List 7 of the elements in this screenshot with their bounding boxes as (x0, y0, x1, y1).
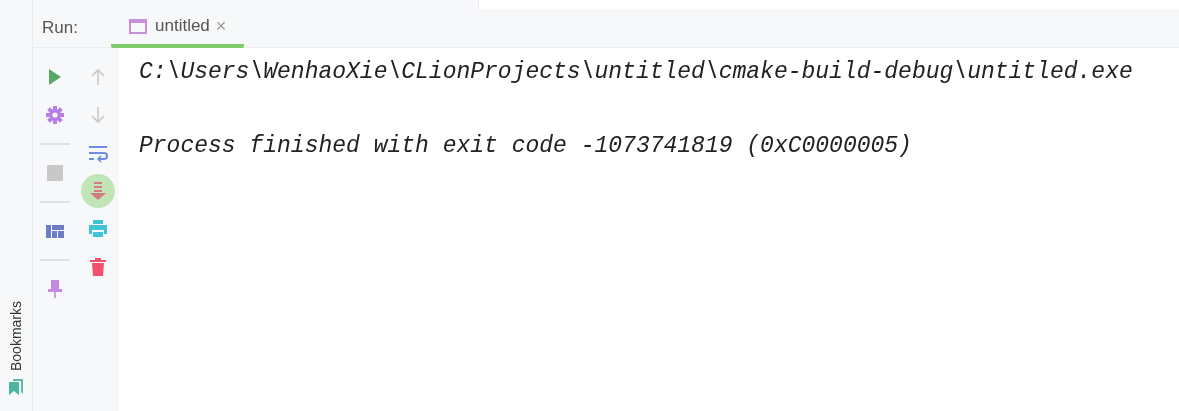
sidebar-label[interactable]: Bookmarks (5, 300, 27, 371)
scroll-down-icon[interactable] (80, 174, 115, 208)
panel-title: Run: (41, 17, 79, 40)
console-line: C:\Users\WenhaoXie\CLionProjects\untitled\cmake-build-debug\untitled.exe (139, 58, 1134, 87)
console-line: Process finished with exit code -1073741819 (0xC0000005) (139, 132, 913, 161)
window-icon (129, 18, 147, 34)
bookmark-icon (9, 379, 23, 395)
